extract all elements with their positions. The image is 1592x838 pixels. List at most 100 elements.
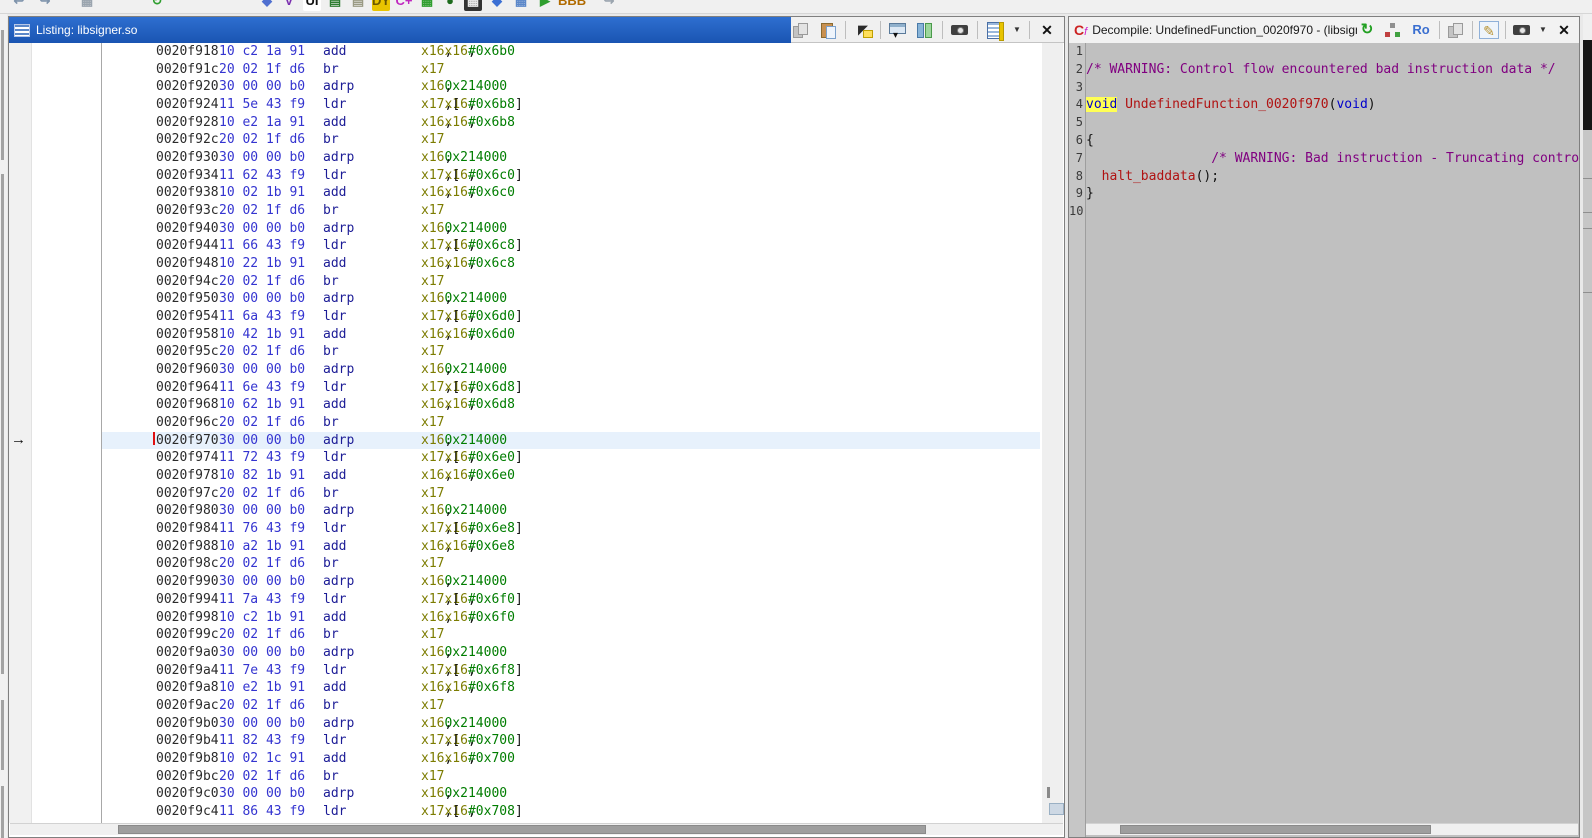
listing-row[interactable]: 0020f97c 20 02 1f d6 br x17 bbox=[102, 485, 1040, 503]
back-arrow-icon[interactable]: ↩ bbox=[10, 0, 28, 11]
mnemonic-field: ldr bbox=[323, 379, 347, 395]
listing-row[interactable]: 0020f954 11 6a 43 f9 ldr x17 ,[x16, #0x6d0] bbox=[102, 308, 1040, 326]
listing-row[interactable]: 0020f958 10 42 1b 91 add x16, x16, #0x6d0 bbox=[102, 326, 1040, 344]
code-line[interactable]: /* WARNING: Bad instruction - Truncating… bbox=[1086, 150, 1579, 168]
cplus-tool-icon[interactable]: C+ bbox=[395, 0, 413, 11]
listing-row[interactable]: 0020f95c 20 02 1f d6 br x17 bbox=[102, 343, 1040, 361]
listing-row[interactable]: 0020f998 10 c2 1b 91 add x16, x16, #0x6f0 bbox=[102, 609, 1040, 627]
listing-row[interactable]: 0020f988 10 a2 1b 91 add x16, x16, #0x6e8 bbox=[102, 538, 1040, 556]
listing-row[interactable]: 0020f9bc 20 02 1f d6 br x17 bbox=[102, 768, 1040, 786]
field-header-icon[interactable] bbox=[888, 21, 908, 45]
bbb-icon[interactable]: BBB bbox=[558, 0, 586, 11]
code-line[interactable]: halt_baddata(); bbox=[1086, 168, 1579, 186]
dropdown-arrow-icon[interactable]: ▼ bbox=[1538, 21, 1548, 39]
notepad-icon[interactable]: ▤ bbox=[349, 0, 367, 11]
listing-row[interactable]: 0020f984 11 76 43 f9 ldr x17 ,[x16, #0x6e8] bbox=[102, 520, 1040, 538]
listing-row[interactable]: 0020f9b4 11 82 43 f9 ldr x17 ,[x16, #0x700] bbox=[102, 732, 1040, 750]
listing-row[interactable]: 0020f92c 20 02 1f d6 br x17 bbox=[102, 131, 1040, 149]
listing-row[interactable]: 0020f970 30 00 00 b0 adrp x16, 0x214000 bbox=[102, 431, 1040, 450]
code-line[interactable] bbox=[1086, 79, 1579, 97]
listing-row[interactable]: 0020f938 10 02 1b 91 add x16, x16, #0x6c0 bbox=[102, 184, 1040, 202]
listing-row[interactable]: 0020f9b0 30 00 00 b0 adrp x16, 0x214000 bbox=[102, 715, 1040, 733]
cursor-edit-icon[interactable]: ◤ bbox=[853, 21, 873, 39]
code-line[interactable] bbox=[1086, 203, 1579, 221]
bytes-field: 30 00 00 b0 bbox=[219, 220, 306, 236]
listing-hscrollbar-thumb[interactable] bbox=[118, 825, 926, 834]
refresh-icon[interactable]: ↻ bbox=[1357, 21, 1377, 39]
ui-tool-icon[interactable]: UI bbox=[303, 0, 321, 11]
listing-row[interactable]: 0020f928 10 e2 1a 91 add x16, x16, #0x6b8 bbox=[102, 114, 1040, 132]
listing-row[interactable]: 0020f9a8 10 e2 1b 91 add x16, x16, #0x6f8 bbox=[102, 679, 1040, 697]
listing-row[interactable]: 0020f944 11 66 43 f9 ldr x17 ,[x16, #0x6c8] bbox=[102, 237, 1040, 255]
diamond-icon[interactable]: ◆ bbox=[488, 0, 506, 11]
close-icon[interactable]: ✕ bbox=[1554, 21, 1574, 39]
keyboard-icon[interactable]: ▦ bbox=[464, 0, 482, 11]
listing-row[interactable]: 0020f964 11 6e 43 f9 ldr x17 ,[x16, #0x6d8] bbox=[102, 379, 1040, 397]
listing-row[interactable]: 0020f994 11 7a 43 f9 ldr x17 ,[x16, #0x6f0] bbox=[102, 591, 1040, 609]
listing-row[interactable]: 0020f9c0 30 00 00 b0 adrp x16, 0x214000 bbox=[102, 785, 1040, 803]
listing-row[interactable]: 0020f9ac 20 02 1f d6 br x17 bbox=[102, 697, 1040, 715]
book-icon[interactable]: ▤ bbox=[326, 0, 344, 11]
listing-row[interactable]: 0020f94c 20 02 1f d6 br x17 bbox=[102, 273, 1040, 291]
forward-arrow-icon[interactable]: ↪ bbox=[36, 0, 54, 11]
listing-row[interactable]: 0020f978 10 82 1b 91 add x16, x16, #0x6e0 bbox=[102, 467, 1040, 485]
close-icon[interactable]: ✕ bbox=[1037, 21, 1057, 39]
listing-row[interactable]: 0020f924 11 5e 43 f9 ldr x17 ,[x16, #0x6b8] bbox=[102, 96, 1040, 114]
copy-icon[interactable] bbox=[1446, 21, 1466, 39]
listing-row[interactable]: 0020f918 10 c2 1a 91 add x16, x16, #0x6b0 bbox=[102, 43, 1040, 61]
code-line[interactable] bbox=[1086, 43, 1579, 61]
listing-row[interactable]: 0020f93c 20 02 1f d6 br x17 bbox=[102, 202, 1040, 220]
display-options-icon[interactable] bbox=[985, 21, 1005, 41]
snapshot-icon[interactable] bbox=[1512, 21, 1532, 39]
code-line[interactable] bbox=[1086, 114, 1579, 132]
listing-hscrollbar[interactable] bbox=[10, 823, 1063, 835]
listing-row[interactable]: 0020f968 10 62 1b 91 add x16, x16, #0x6d8 bbox=[102, 396, 1040, 414]
listing-row[interactable]: 0020f974 11 72 43 f9 ldr x17 ,[x16, #0x6e0] bbox=[102, 449, 1040, 467]
code-line[interactable]: void UndefinedFunction_0020f970(void) bbox=[1086, 96, 1579, 114]
save-icon[interactable]: ▦ bbox=[78, 0, 96, 11]
listing-row[interactable]: 0020f934 11 62 43 f9 ldr x17 ,[x16, #0x6c0] bbox=[102, 167, 1040, 185]
listing-row[interactable]: 0020f91c 20 02 1f d6 br x17 bbox=[102, 61, 1040, 79]
listing-row[interactable]: 0020f948 10 22 1b 91 add x16, x16, #0x6c8 bbox=[102, 255, 1040, 273]
copy-icon[interactable] bbox=[791, 21, 811, 39]
listing-row[interactable]: 0020f9b8 10 02 1c 91 add x16, x16, #0x700 bbox=[102, 750, 1040, 768]
decompile-hscrollbar-thumb[interactable] bbox=[1120, 825, 1431, 834]
listing-row[interactable]: 0020f940 30 00 00 b0 adrp x16, 0x214000 bbox=[102, 220, 1040, 238]
redo-arrow-icon[interactable]: ↪ bbox=[600, 0, 618, 11]
snapshot-icon[interactable] bbox=[950, 21, 970, 39]
listing-row[interactable]: 0020f9c4 11 86 43 f9 ldr x17 ,[x16, #0x708] bbox=[102, 803, 1040, 821]
ro-icon[interactable]: Ro bbox=[1409, 21, 1433, 39]
export-icon[interactable]: ▶ bbox=[536, 0, 554, 11]
listing-row[interactable]: 0020f930 30 00 00 b0 adrp x16, 0x214000 bbox=[102, 149, 1040, 167]
refresh-icon[interactable]: ↻ bbox=[148, 0, 166, 11]
check-circle-icon[interactable]: ● bbox=[441, 0, 459, 11]
dots-grid-icon[interactable]: ▦ bbox=[418, 0, 436, 11]
dy-tool-icon[interactable]: DY bbox=[372, 0, 390, 11]
decompile-hscrollbar[interactable] bbox=[1086, 823, 1578, 835]
code-line[interactable]: } bbox=[1086, 185, 1579, 203]
overview-cursor-marker[interactable] bbox=[1047, 787, 1050, 798]
listing-titlebar[interactable]: Listing: libsigner.so bbox=[9, 17, 791, 43]
v-tool-icon[interactable]: V bbox=[280, 0, 298, 11]
listing-row[interactable]: 0020f960 30 00 00 b0 adrp x16, 0x214000 bbox=[102, 361, 1040, 379]
code-line[interactable]: { bbox=[1086, 132, 1579, 150]
table-icon[interactable]: ▦ bbox=[512, 0, 530, 11]
paste-icon[interactable] bbox=[818, 21, 838, 39]
dropdown-arrow-icon[interactable]: ▼ bbox=[1012, 21, 1022, 39]
listing-row[interactable]: 0020f990 30 00 00 b0 adrp x16, 0x214000 bbox=[102, 573, 1040, 591]
listing-row[interactable]: 0020f99c 20 02 1f d6 br x17 bbox=[102, 626, 1040, 644]
bytes-field: 11 7a 43 f9 bbox=[219, 591, 306, 607]
shield-icon[interactable]: ◆ bbox=[258, 0, 276, 11]
listing-row[interactable]: 0020f980 30 00 00 b0 adrp x16, 0x214000 bbox=[102, 502, 1040, 520]
edit-icon[interactable]: ✎ bbox=[1479, 21, 1499, 39]
listing-row[interactable]: 0020f920 30 00 00 b0 adrp x16, 0x214000 bbox=[102, 78, 1040, 96]
listing-row[interactable]: 0020f9a0 30 00 00 b0 adrp x16, 0x214000 bbox=[102, 644, 1040, 662]
listing-row[interactable]: 0020f9a4 11 7e 43 f9 ldr x17 ,[x16, #0x6f8] bbox=[102, 662, 1040, 680]
listing-row[interactable]: 0020f96c 20 02 1f d6 br x17 bbox=[102, 414, 1040, 432]
overview-view-marker[interactable] bbox=[1049, 803, 1064, 815]
listing-row[interactable]: 0020f950 30 00 00 b0 adrp x16, 0x214000 bbox=[102, 290, 1040, 308]
graph-icon[interactable] bbox=[1383, 21, 1403, 39]
listing-row[interactable]: 0020f98c 20 02 1f d6 br x17 bbox=[102, 555, 1040, 573]
diff-view-icon[interactable] bbox=[915, 21, 935, 39]
code-line[interactable]: /* WARNING: Control flow encountered bad… bbox=[1086, 61, 1579, 79]
